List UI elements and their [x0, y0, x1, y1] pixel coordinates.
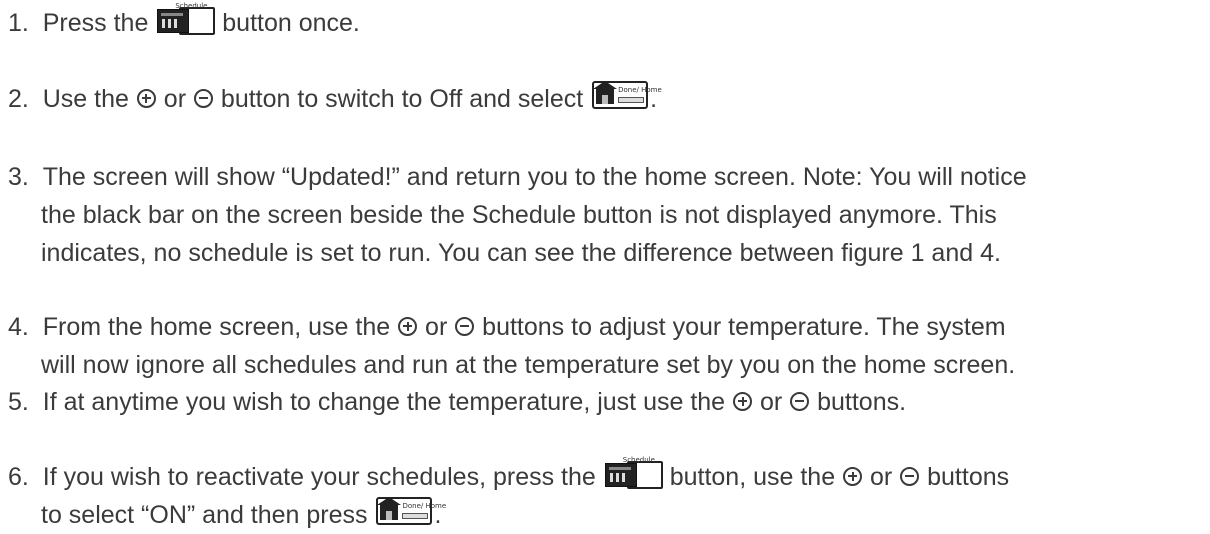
list-item: 6. If you wish to reactivate your schedu…: [8, 456, 1210, 534]
list-item: 5. If at anytime you wish to change the …: [8, 383, 1210, 421]
list-item-text: or: [863, 463, 900, 491]
list-item-text: or: [156, 85, 193, 113]
list-item-text: or: [753, 388, 790, 416]
list-item-text: From the home screen, use the: [42, 313, 398, 341]
list-item-line: will now ignore all schedules and run at…: [8, 346, 1210, 384]
plus-circle-icon: [398, 316, 418, 336]
list-item-text: buttons: [920, 463, 1010, 491]
list-item-text: to select “ON” and then press: [41, 501, 375, 529]
minus-circle-icon: [193, 88, 213, 108]
schedule-button-icon: Schedule: [604, 456, 663, 490]
list-item-number: 3.: [8, 163, 36, 191]
list-item-text: indicates, no schedule is set to run. Yo…: [41, 239, 1001, 267]
list-item-text: button to switch to Off and select: [213, 85, 591, 113]
list-item-text: Use the: [42, 85, 136, 113]
list-item-text: the black bar on the screen beside the S…: [41, 201, 997, 229]
plus-circle-icon: [136, 88, 156, 108]
list-item-number: 4.: [8, 313, 36, 341]
list-item: 1. Press the Schedule button once.: [8, 2, 1210, 42]
list-item-number: 6.: [8, 463, 36, 491]
list-item-line: 2. Use the or button to switch to Off an…: [8, 80, 1210, 118]
list-item-number: 1.: [8, 9, 36, 37]
list-item-line: 6. If you wish to reactivate your schedu…: [8, 456, 1210, 496]
list-item-text: buttons to adjust your temperature. The …: [475, 313, 1006, 341]
minus-circle-icon: [455, 316, 475, 336]
list-item-line: indicates, no schedule is set to run. Yo…: [8, 234, 1210, 272]
list-item-line: 4. From the home screen, use the or butt…: [8, 308, 1210, 346]
list-item-line: 5. If at anytime you wish to change the …: [8, 383, 1210, 421]
list-item-line: the black bar on the screen beside the S…: [8, 196, 1210, 234]
list-item-number: 5.: [8, 388, 36, 416]
list-item-text: The screen will show “Updated!” and retu…: [42, 163, 1027, 191]
list-item-line: to select “ON” and then press Done/ Home…: [8, 496, 1210, 534]
home-done-button-icon: Done/ Home: [376, 497, 447, 526]
plus-circle-icon: [733, 391, 753, 411]
list-item-number: 2.: [8, 85, 36, 113]
list-item-text: will now ignore all schedules and run at…: [41, 351, 1016, 379]
list-item-text: If at anytime you wish to change the tem…: [42, 388, 733, 416]
list-item: 4. From the home screen, use the or butt…: [8, 308, 1210, 384]
plus-circle-icon: [843, 466, 863, 486]
list-item-text: or: [418, 313, 455, 341]
list-item-text: If you wish to reactivate your schedules…: [42, 463, 603, 491]
home-done-button-icon: Done/ Home: [592, 81, 662, 110]
list-item-text: Press the: [42, 9, 156, 37]
list-item: 3. The screen will show “Updated!” and r…: [8, 158, 1210, 272]
schedule-icon-tag: Schedule: [175, 2, 208, 11]
schedule-icon-tag: Schedule: [622, 456, 655, 465]
minus-circle-icon: [900, 466, 920, 486]
list-item-line: 1. Press the Schedule button once.: [8, 2, 1210, 42]
home-icon-text: Done/ Home: [402, 502, 447, 511]
instruction-list: 1. Press the Schedule button once. 2. Use…: [0, 0, 1210, 529]
schedule-button-icon: Schedule: [157, 2, 216, 36]
list-item-text: buttons.: [810, 388, 907, 416]
list-item-text: button, use the: [662, 463, 843, 491]
list-item-text: button once.: [215, 9, 360, 37]
home-icon-text: Done/ Home: [618, 86, 662, 95]
list-item-line: 3. The screen will show “Updated!” and r…: [8, 158, 1210, 196]
list-item: 2. Use the or button to switch to Off an…: [8, 80, 1210, 118]
minus-circle-icon: [790, 391, 810, 411]
